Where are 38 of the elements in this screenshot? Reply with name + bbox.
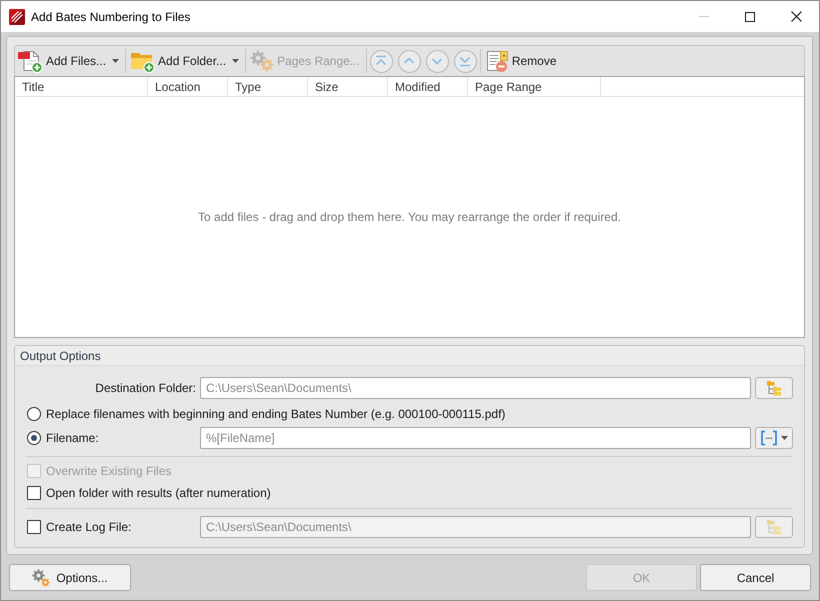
column-header[interactable]: Type	[228, 77, 308, 96]
bar-chevron-up-icon	[375, 55, 388, 67]
dropdown-button[interactable]: Add Folder...	[129, 48, 242, 74]
gears-icon	[250, 50, 274, 72]
radio-label[interactable]: Filename:	[46, 429, 99, 447]
field-label: Destination Folder:	[94, 380, 196, 397]
macro-button[interactable]	[755, 427, 793, 449]
group-title: Output Options	[15, 346, 804, 366]
column-header[interactable]: Modified	[388, 77, 468, 96]
caret-icon	[232, 59, 240, 63]
app-logo-icon	[9, 8, 25, 24]
column-header[interactable]: Page Range	[468, 77, 601, 96]
caret-icon	[112, 59, 120, 63]
browse-button[interactable]	[755, 377, 793, 399]
checkbox[interactable]	[27, 486, 41, 500]
empty-list-message: To add files - drag and drop them here. You may rearrange the order if required.	[198, 209, 621, 226]
column-header[interactable]: Title	[15, 77, 148, 96]
caret-icon	[781, 436, 788, 440]
column-header[interactable]: Size	[308, 77, 388, 96]
checkbox-label[interactable]: Open folder with results (after numeration)	[46, 484, 271, 502]
window-title: Add Bates Numbering to Files	[31, 8, 190, 26]
browse-button[interactable]	[755, 516, 793, 538]
bracket-dots-icon	[760, 430, 778, 446]
chevron-down-bar-icon	[459, 55, 472, 67]
dialog-button[interactable]: Cancel	[700, 564, 811, 591]
pdf-file-add-icon	[17, 49, 43, 73]
toolbar-button[interactable]: Remove	[484, 48, 560, 74]
checkbox-label[interactable]: Create Log File:	[46, 518, 132, 536]
gears-icon	[32, 568, 50, 586]
options-button[interactable]: Options...	[9, 564, 131, 591]
checkbox[interactable]	[27, 520, 41, 534]
radio-label[interactable]: Replace filenames with beginning and ending Bates Number (e.g. 000100-000115.pdf)	[46, 405, 506, 423]
column-header[interactable]: Location	[148, 77, 228, 96]
folder-tree-icon	[766, 380, 782, 396]
dropdown-button[interactable]: Add Files...	[16, 48, 122, 74]
radio-button[interactable]	[27, 431, 41, 445]
radio-button[interactable]	[27, 407, 41, 421]
document-minus-icon	[484, 49, 509, 73]
